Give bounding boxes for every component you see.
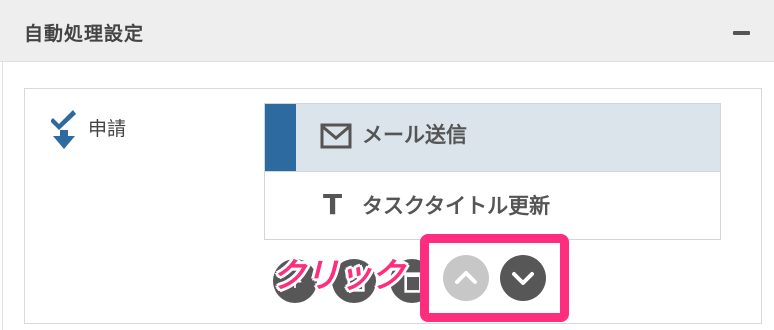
trigger-label: 申請: [88, 118, 127, 140]
action-item-title-update[interactable]: T タスクタイトル更新: [265, 172, 720, 239]
action-label: タスクタイトル更新: [362, 194, 551, 218]
panel-title: 自動処理設定: [24, 23, 145, 45]
text-t-icon: T: [323, 188, 343, 221]
chevron-up-icon: [455, 271, 477, 284]
selected-indicator: [265, 104, 296, 171]
action-label: メール送信: [362, 123, 467, 147]
check-arrow-down-icon: [51, 110, 76, 149]
mail-icon: [320, 123, 352, 149]
move-down-button[interactable]: [500, 255, 546, 301]
click-annotation: クリック: [272, 256, 405, 296]
panel-border: [2, 62, 3, 330]
collapse-icon[interactable]: [733, 31, 750, 35]
panel-header: 自動処理設定: [0, 0, 774, 62]
chevron-down-icon: [512, 272, 534, 285]
move-up-button[interactable]: [443, 255, 489, 301]
action-list: メール送信 T タスクタイトル更新: [264, 103, 721, 240]
action-item-mail[interactable]: メール送信: [265, 104, 720, 172]
